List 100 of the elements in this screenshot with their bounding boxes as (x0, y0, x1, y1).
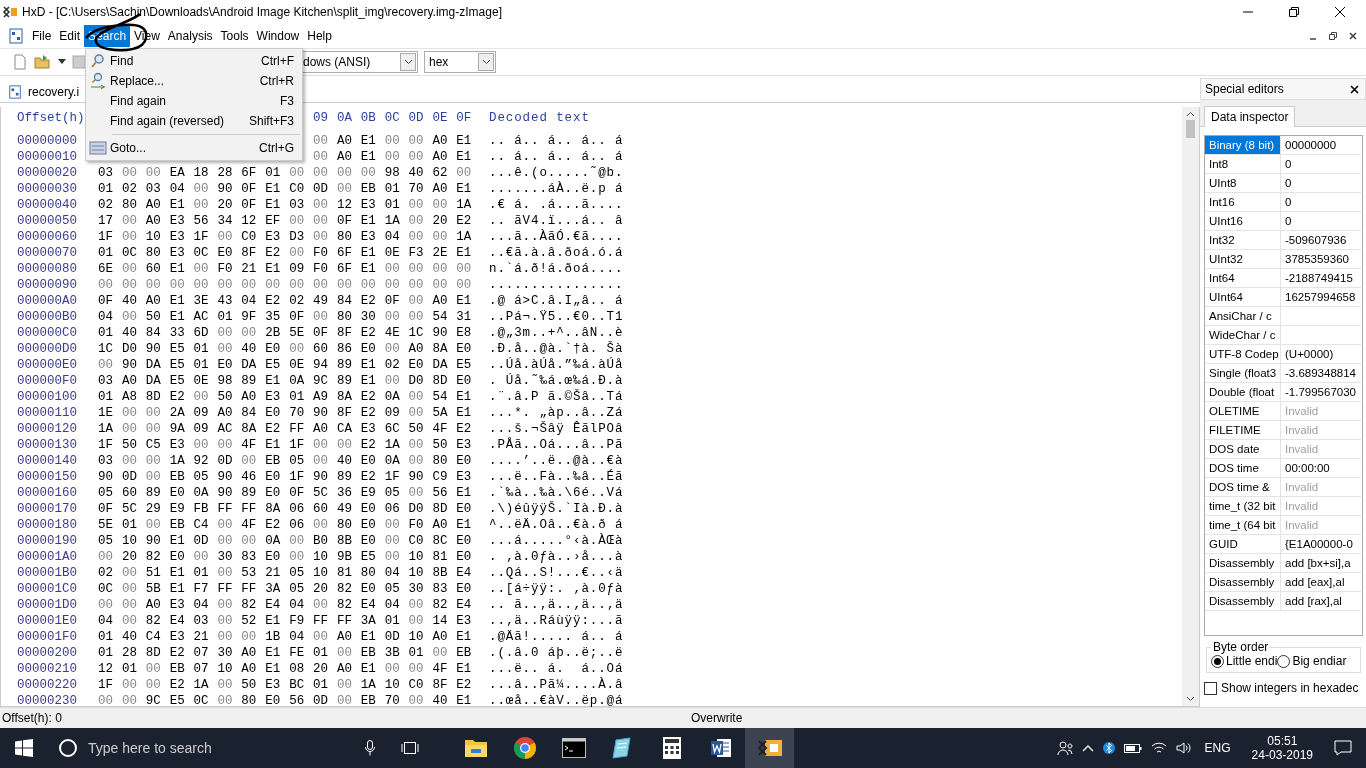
byte-cell[interactable]: 00 (456, 278, 481, 292)
byte-cell[interactable]: 01 (384, 614, 409, 628)
byte-cell[interactable]: 9A (169, 422, 194, 436)
menu-item[interactable]: Edit (55, 25, 85, 47)
byte-cell[interactable]: 80 (360, 566, 385, 580)
byte-cell[interactable]: 43 (217, 294, 242, 308)
byte-cell[interactable]: E0 (360, 454, 385, 468)
byte-cell[interactable]: F9 (289, 614, 313, 628)
byte-cell[interactable]: 9F (241, 310, 266, 324)
byte-cell[interactable]: 49 (336, 502, 361, 516)
byte-cell[interactable]: 00 (98, 278, 122, 292)
byte-cell[interactable]: 0A (384, 390, 409, 404)
byte-cell[interactable]: 3A (360, 614, 385, 628)
byte-cell[interactable]: 89 (336, 470, 361, 484)
byte-cell[interactable]: 3A (265, 582, 290, 596)
bluetooth-icon[interactable] (1102, 740, 1115, 756)
byte-cell[interactable]: 00 (313, 438, 337, 452)
byte-cell[interactable]: 01 (121, 662, 146, 676)
byte-cell[interactable]: 00 (384, 550, 409, 564)
byte-cell[interactable]: 8F (336, 326, 361, 340)
byte-cell[interactable]: 00 (408, 454, 433, 468)
byte-cell[interactable]: 98 (217, 374, 242, 388)
menu-item[interactable]: Find again (reversed) Shift+F3 (86, 111, 302, 131)
byte-cell[interactable]: 29 (145, 502, 170, 516)
byte-cell[interactable]: 00 (121, 454, 146, 468)
byte-cell[interactable]: E1 (169, 534, 194, 548)
byte-cell[interactable]: 0C (98, 582, 122, 596)
taskbar-app[interactable] (745, 728, 794, 768)
byte-cell[interactable]: F0 (217, 262, 242, 276)
byte-cell[interactable]: 00 (241, 454, 266, 468)
byte-cell[interactable]: E3 (360, 422, 385, 436)
byte-cell[interactable]: 00 (121, 214, 146, 228)
byte-cell[interactable]: 30 (217, 646, 242, 660)
byte-cell[interactable]: 90 (313, 470, 337, 484)
byte-cell[interactable]: 28 (217, 166, 242, 180)
byte-cell[interactable]: E0 (265, 406, 290, 420)
byte-cell[interactable]: 6C (384, 422, 409, 436)
byte-cell[interactable]: 2A (169, 406, 194, 420)
byte-cell[interactable]: 00 (408, 134, 433, 148)
byte-cell[interactable]: FF (217, 582, 242, 596)
byte-cell[interactable]: 5A (432, 406, 457, 420)
byte-cell[interactable]: 03 (98, 166, 122, 180)
byte-cell[interactable]: F0 (313, 246, 337, 260)
byte-cell[interactable]: 00 (193, 438, 218, 452)
byte-cell[interactable]: 70 (384, 694, 409, 708)
byte-cell[interactable]: A0 (336, 134, 361, 148)
radio-button[interactable]: Little endi (1211, 654, 1278, 668)
inspector-label[interactable]: UInt32 (1205, 250, 1281, 269)
byte-cell[interactable]: FF (241, 502, 266, 516)
byte-cell[interactable]: 1F (193, 230, 218, 244)
byte-cell[interactable]: 00 (265, 278, 290, 292)
byte-cell[interactable]: E3 (265, 390, 290, 404)
byte-cell[interactable]: 53 (241, 566, 266, 580)
byte-cell[interactable]: 0E (289, 358, 313, 372)
byte-cell[interactable]: 00 (217, 438, 242, 452)
windows-logo-icon[interactable] (15, 739, 33, 757)
inspector-label[interactable]: AnsiChar / c (1205, 307, 1281, 326)
byte-cell[interactable]: 9C (145, 694, 170, 708)
byte-cell[interactable]: EB (169, 470, 194, 484)
byte-cell[interactable]: 82 (336, 582, 361, 596)
byte-cell[interactable]: 00 (360, 278, 385, 292)
byte-cell[interactable]: 00 (336, 678, 361, 692)
byte-cell[interactable]: 03 (289, 198, 313, 212)
byte-cell[interactable]: 01 (384, 198, 409, 212)
byte-cell[interactable]: 8A (432, 342, 457, 356)
battery-icon[interactable] (1123, 742, 1142, 754)
byte-cell[interactable]: 00 (145, 422, 170, 436)
inspector-label[interactable]: UTF-8 Codep (1205, 345, 1281, 364)
byte-cell[interactable]: C0 (289, 182, 313, 196)
byte-cell[interactable]: E3 (360, 198, 385, 212)
byte-cell[interactable]: 01 (193, 358, 218, 372)
byte-cell[interactable]: DA (241, 358, 266, 372)
byte-cell[interactable]: 49 (313, 294, 337, 308)
byte-cell[interactable]: 28 (121, 646, 146, 660)
inspector-label[interactable]: Int8 (1205, 155, 1281, 174)
byte-cell[interactable]: 54 (432, 310, 457, 324)
byte-cell[interactable]: E9 (169, 502, 194, 516)
byte-cell[interactable]: 02 (98, 566, 122, 580)
byte-cell[interactable]: 00 (241, 278, 266, 292)
byte-cell[interactable]: 12 (336, 198, 361, 212)
byte-cell[interactable]: C0 (408, 678, 433, 692)
byte-cell[interactable]: EA (169, 166, 194, 180)
byte-cell[interactable]: 00 (408, 694, 433, 708)
byte-cell[interactable]: E2 (169, 646, 194, 660)
byte-cell[interactable]: 21 (193, 630, 218, 644)
byte-cell[interactable]: 90 (217, 486, 242, 500)
byte-cell[interactable]: 03 (193, 614, 218, 628)
byte-cell[interactable]: E0 (265, 694, 290, 708)
byte-cell[interactable]: E1 (456, 630, 481, 644)
byte-cell[interactable]: A0 (432, 518, 457, 532)
byte-cell[interactable]: 00 (313, 278, 337, 292)
byte-cell[interactable]: 60 (313, 342, 337, 356)
byte-cell[interactable]: 8F (336, 406, 361, 420)
byte-cell[interactable]: 00 (408, 310, 433, 324)
byte-cell[interactable]: 2B (265, 326, 290, 340)
byte-cell[interactable]: E3 (456, 438, 481, 452)
byte-cell[interactable]: 8D (145, 646, 170, 660)
byte-cell[interactable]: F0 (408, 518, 433, 532)
byte-cell[interactable]: E1 (456, 134, 481, 148)
byte-cell[interactable]: E0 (456, 534, 481, 548)
